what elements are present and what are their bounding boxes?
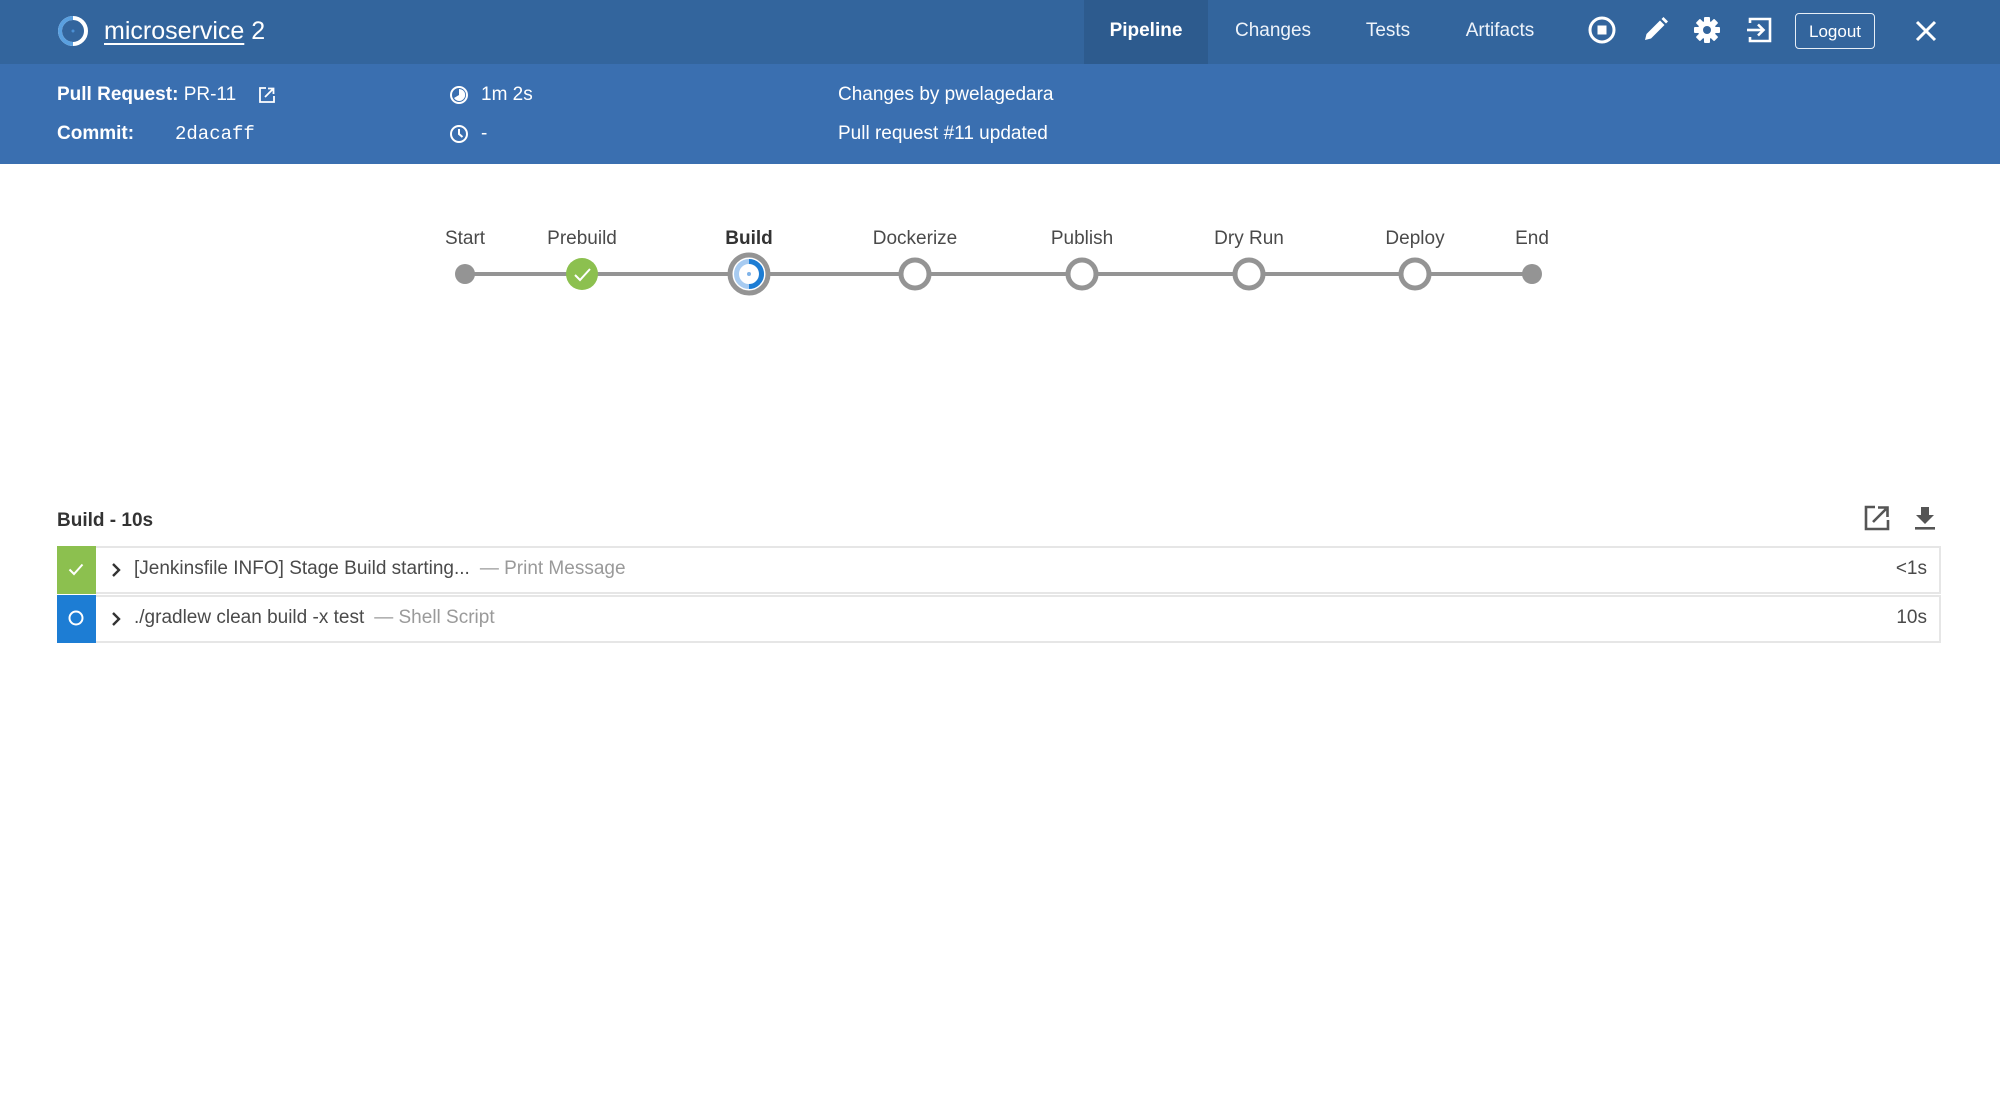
clock-icon xyxy=(450,125,468,143)
run-started: - xyxy=(481,123,488,144)
stage-node-dry-run[interactable] xyxy=(1232,257,1266,291)
stage-label[interactable]: Start xyxy=(445,228,485,250)
pipeline-title[interactable]: microservice 2 xyxy=(104,17,265,46)
run-details-header: Pull Request: PR-11 Commit: 2dacaff 1m 2… xyxy=(0,64,2000,164)
pull-request-info: Pull Request: PR-11 xyxy=(57,84,236,106)
commit-info: Commit: xyxy=(57,123,134,145)
pull-request-value: PR-11 xyxy=(183,84,237,105)
stage-label[interactable]: Prebuild xyxy=(547,228,617,250)
stage-node-start xyxy=(455,264,475,284)
commit-hash[interactable]: 2dacaff xyxy=(175,123,255,145)
edit-icon[interactable] xyxy=(1639,14,1671,46)
logout-button[interactable]: Logout xyxy=(1795,13,1875,49)
chevron-right-icon[interactable] xyxy=(107,560,125,580)
running-status-logo-icon xyxy=(58,16,88,46)
external-link-icon[interactable] xyxy=(258,86,276,104)
pull-request-label: Pull Request: xyxy=(57,84,179,105)
download-icon[interactable] xyxy=(1910,503,1940,533)
step-status-running xyxy=(57,595,96,643)
pipeline-graph: Start Prebuild Build Dockerize Publish Dry Ru… xyxy=(0,200,2000,320)
stage-node-dockerize[interactable] xyxy=(898,257,932,291)
step-list: [Jenkinsfile INFO] Stage Build starting.… xyxy=(57,546,1941,644)
stop-icon[interactable] xyxy=(1586,14,1618,46)
stage-node-build[interactable] xyxy=(727,252,771,296)
stage-node-publish[interactable] xyxy=(1065,257,1099,291)
stage-label[interactable]: Deploy xyxy=(1385,228,1444,250)
exit-icon[interactable] xyxy=(1744,14,1776,46)
commit-label: Commit: xyxy=(57,123,135,144)
run-duration: 1m 2s xyxy=(481,84,533,105)
step-duration: 10s xyxy=(1896,607,1927,628)
tab-artifacts[interactable]: Artifacts xyxy=(1438,0,1562,64)
step-duration: <1s xyxy=(1895,558,1927,579)
step-status-success xyxy=(57,546,96,594)
step-row[interactable]: ./gradlew clean build -x test — Shell Scr… xyxy=(57,595,1941,643)
settings-icon[interactable] xyxy=(1691,14,1723,46)
stage-label[interactable]: Dockerize xyxy=(873,228,957,250)
check-icon xyxy=(68,563,84,576)
step-command: ./gradlew clean build -x test xyxy=(134,607,365,628)
open-in-new-icon[interactable] xyxy=(1862,503,1892,533)
stage-steps-title: Build - 10s xyxy=(57,510,154,531)
close-icon[interactable] xyxy=(1909,14,1943,48)
run-cause: Pull request #11 updated xyxy=(838,123,1048,144)
pipeline-graph-svg xyxy=(455,252,1542,296)
stage-label[interactable]: Dry Run xyxy=(1214,228,1284,250)
run-number: 2 xyxy=(251,17,266,45)
stage-node-deploy[interactable] xyxy=(1398,257,1432,291)
chevron-right-icon[interactable] xyxy=(107,609,125,629)
step-row[interactable]: [Jenkinsfile INFO] Stage Build starting.… xyxy=(57,546,1941,594)
stage-label[interactable]: Publish xyxy=(1051,228,1113,250)
stage-node-prebuild[interactable] xyxy=(566,258,598,290)
top-bar: microservice 2 Pipeline Changes Tests Ar… xyxy=(0,0,2000,64)
running-icon xyxy=(68,610,84,626)
tab-tests[interactable]: Tests xyxy=(1338,0,1438,64)
pipeline-name-link[interactable]: microservice xyxy=(104,17,244,45)
tab-changes[interactable]: Changes xyxy=(1208,0,1338,64)
stage-label[interactable]: End xyxy=(1515,228,1549,250)
tab-pipeline[interactable]: Pipeline xyxy=(1084,0,1208,64)
step-description: [Jenkinsfile INFO] Stage Build starting.… xyxy=(134,558,626,580)
stage-node-end xyxy=(1522,264,1542,284)
step-type: — Print Message xyxy=(479,558,626,579)
duration-icon xyxy=(450,86,468,104)
stage-label[interactable]: Build xyxy=(725,228,773,250)
step-description: ./gradlew clean build -x test — Shell Scr… xyxy=(134,607,495,629)
step-type: — Shell Script xyxy=(374,607,495,628)
changes-by: Changes by pwelagedara xyxy=(838,84,1054,105)
step-command: [Jenkinsfile INFO] Stage Build starting.… xyxy=(134,558,470,579)
